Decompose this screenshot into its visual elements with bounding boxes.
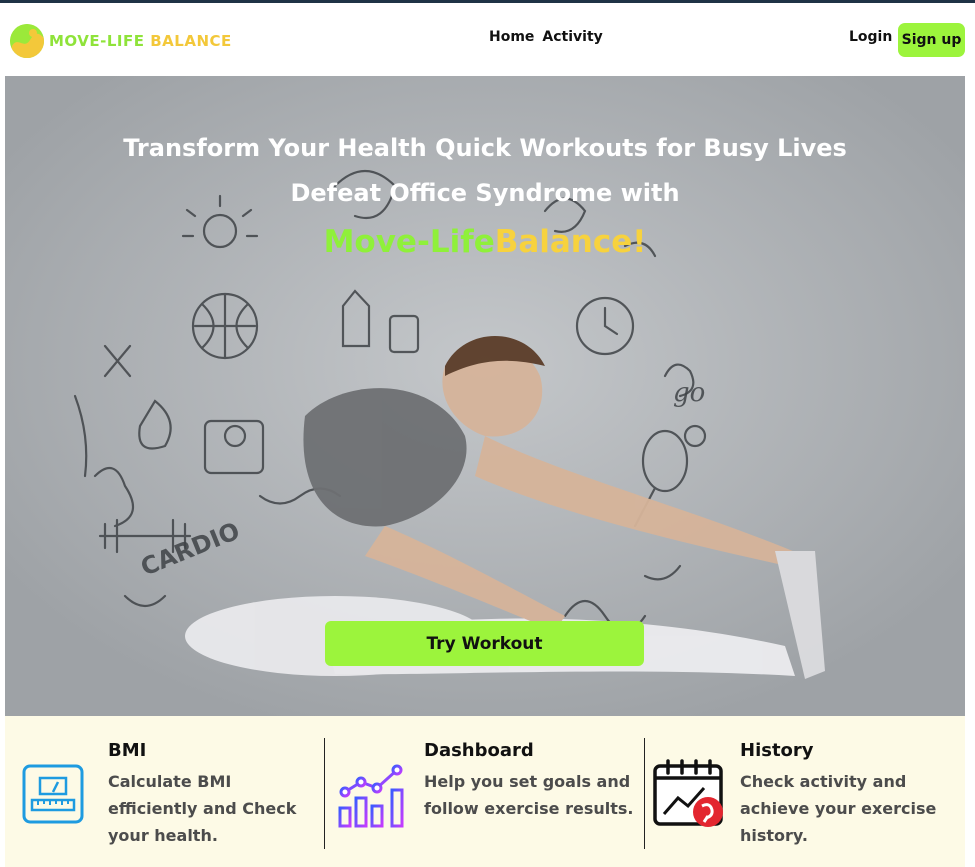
hero-brand-part2: Balance! [494,224,647,260]
hero-brand-headline: Move-LifeBalance! [5,224,965,260]
hero-headline-line2: Defeat Office Syndrome with [290,179,680,207]
scale-icon [22,764,84,828]
try-workout-button[interactable]: Try Workout [325,621,644,666]
chart-icon [337,764,407,834]
hero-brand-part1: Move-Life [323,224,495,260]
feature-history-description: Check activity and achieve your exercise… [740,772,937,845]
features-section: BMI Calculate BMI efficiently and Check … [5,716,965,867]
svg-text:go: go [673,378,705,408]
login-link[interactable]: Login [849,29,892,45]
navbar: MOVE-LIFE BALANCE Home Activity Login Si… [0,3,975,76]
feature-bmi-title: BMI [108,740,147,761]
calendar-history-icon [652,758,728,834]
hero-background-illustration: CARDIO go [5,76,965,716]
brand-name-part2: BALANCE [150,32,232,50]
feature-bmi[interactable]: BMI Calculate BMI efficiently and Check … [5,716,323,867]
feature-dashboard-title: Dashboard [424,740,534,761]
feature-dashboard[interactable]: Dashboard Help you set goals and follow … [325,716,643,867]
nav-activity-link[interactable]: Activity [542,29,602,45]
nav-home-link[interactable]: Home [489,29,534,45]
feature-bmi-description: Calculate BMI efficiently and Check your… [108,772,297,845]
logo-icon [10,24,44,58]
hero-section: CARDIO go Transform Your Health Quick Wo… [5,76,965,716]
nav-links: Home Activity [489,29,603,45]
hero-headline-line1: Transform Your Health Quick Workouts for… [123,134,847,162]
feature-history-title: History [740,740,814,761]
feature-history[interactable]: History Check activity and achieve your … [645,716,963,867]
brand-name-part1: MOVE-LIFE [49,32,145,50]
brand-name: MOVE-LIFE BALANCE [49,32,232,50]
brand-logo[interactable]: MOVE-LIFE BALANCE [10,24,232,58]
signup-button[interactable]: Sign up [898,23,965,57]
feature-dashboard-description: Help you set goals and follow exercise r… [424,772,634,818]
